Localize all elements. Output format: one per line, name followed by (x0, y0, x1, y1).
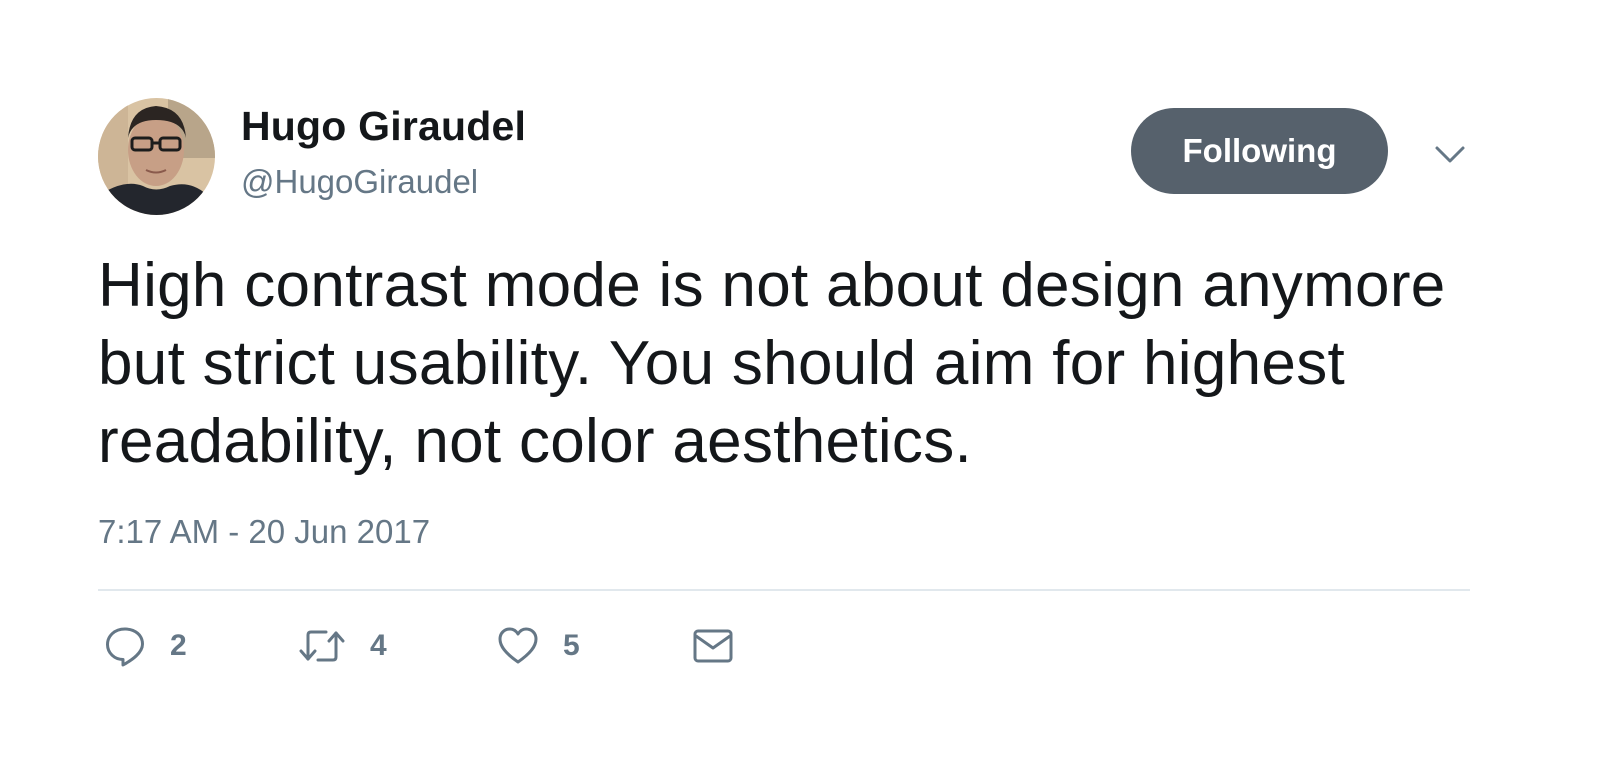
tweet-text: High contrast mode is not about design a… (98, 251, 1446, 476)
direct-message-button[interactable] (692, 624, 734, 668)
author-handle[interactable]: @HugoGiraudel (241, 163, 478, 201)
retweet-button[interactable]: 4 (298, 624, 387, 668)
author-avatar[interactable] (98, 98, 215, 215)
reply-icon (106, 627, 144, 667)
user-avatar-photo-icon (98, 98, 215, 215)
reply-count: 2 (170, 629, 187, 662)
envelope-icon (693, 629, 733, 663)
tweet-timestamp[interactable]: 7:17 AM - 20 Jun 2017 (98, 513, 430, 551)
retweet-count: 4 (370, 629, 387, 662)
author-name[interactable]: Hugo Giraudel (241, 103, 526, 150)
following-button[interactable]: Following (1131, 108, 1388, 194)
tweet-card: Hugo Giraudel @HugoGiraudel Following Hi… (0, 0, 1600, 779)
like-button[interactable]: 5 (497, 624, 580, 668)
retweet-icon (299, 630, 345, 662)
like-count: 5 (563, 629, 580, 662)
divider (98, 589, 1470, 591)
heart-icon (498, 627, 538, 664)
chevron-down-icon[interactable] (1430, 136, 1470, 172)
reply-button[interactable]: 2 (104, 624, 187, 668)
